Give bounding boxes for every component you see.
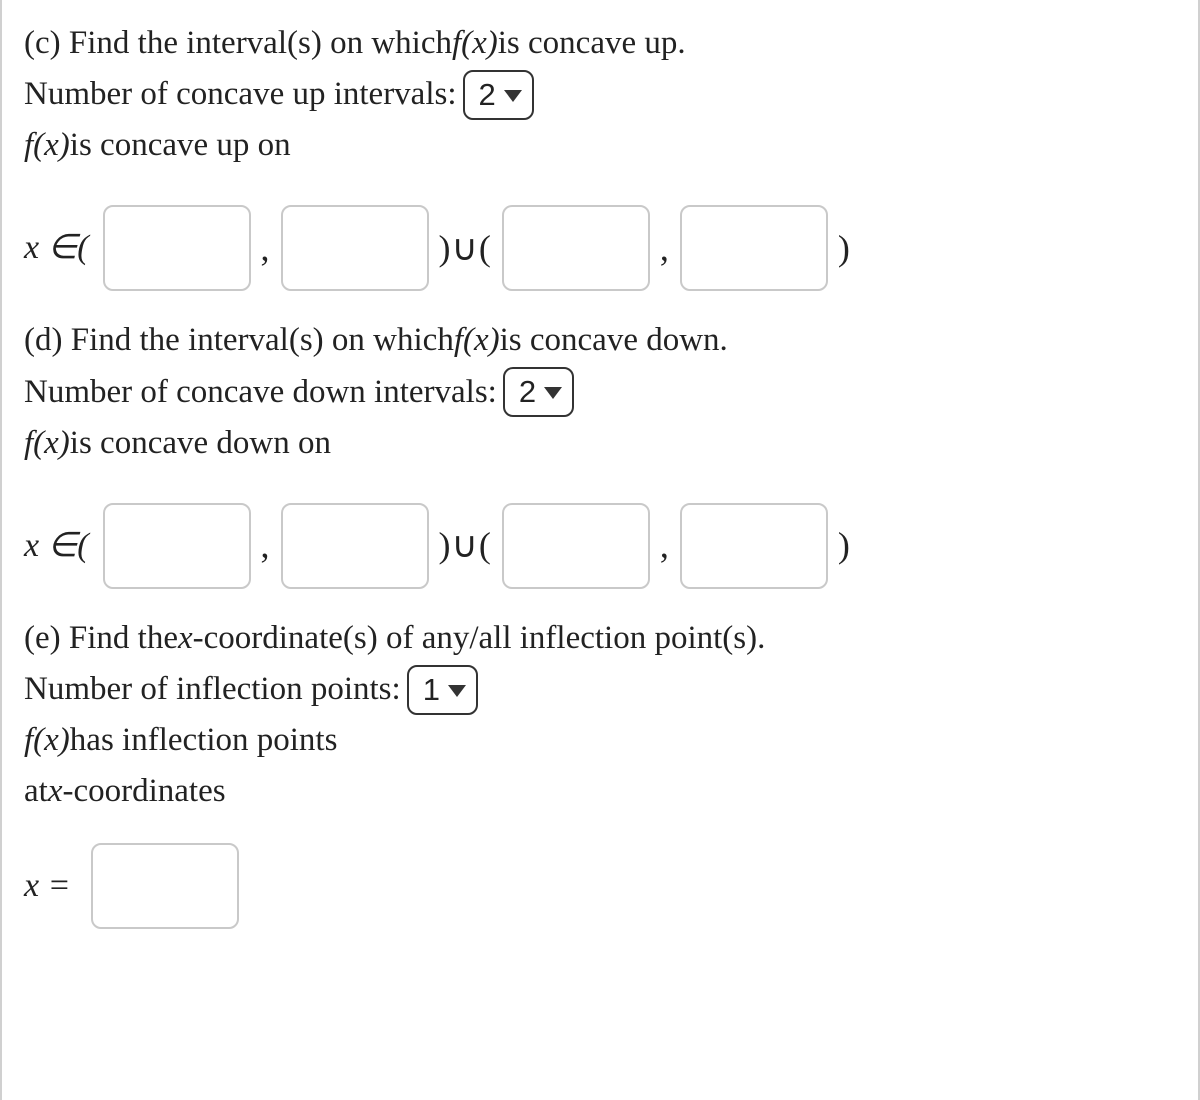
c-interval2-upper-input[interactable] — [680, 205, 828, 291]
part-d-interval-row: x ∈( , )∪( , ) — [24, 503, 1182, 589]
fx-symbol: f(x) — [24, 418, 70, 469]
part-d-prompt-post: is concave down. — [500, 315, 728, 366]
part-e-prompt-pre: (e) Find the — [24, 613, 178, 664]
x-element-of: x ∈( — [24, 527, 89, 564]
part-e-result2-pre: at — [24, 766, 48, 817]
comma-sep: , — [251, 518, 281, 574]
part-c-count-line: Number of concave up intervals: 2 — [24, 69, 1182, 120]
union-sep: )∪( — [429, 518, 502, 574]
concave-up-count-value: 2 — [479, 71, 496, 119]
c-interval1-upper-input[interactable] — [281, 205, 429, 291]
c-interval2-lower-input[interactable] — [502, 205, 650, 291]
part-c-result-text: is concave up on — [70, 120, 291, 171]
comma-sep: , — [251, 221, 281, 277]
part-d-prompt: (d) Find the interval(s) on which f(x) i… — [24, 315, 1182, 366]
x-element-of: x ∈( — [24, 229, 89, 266]
fx-symbol: f(x) — [24, 120, 70, 171]
fx-symbol: f(x) — [454, 315, 500, 366]
inflection-count-dropdown[interactable]: 1 — [407, 665, 478, 715]
d-interval1-lower-input[interactable] — [103, 503, 251, 589]
close-paren: ) — [828, 221, 861, 277]
x-equals: x = — [24, 867, 71, 904]
d-interval1-upper-input[interactable] — [281, 503, 429, 589]
d-interval2-upper-input[interactable] — [680, 503, 828, 589]
concave-down-count-dropdown[interactable]: 2 — [503, 367, 574, 417]
comma-sep: , — [650, 518, 680, 574]
inflection-x-input[interactable] — [91, 843, 239, 929]
part-c-result-line: f(x) is concave up on — [24, 120, 1182, 171]
part-e-result2-post: -coordinates — [62, 766, 225, 817]
chevron-down-icon — [504, 90, 522, 102]
comma-sep: , — [650, 221, 680, 277]
concave-down-count-label: Number of concave down intervals: — [24, 367, 497, 418]
fx-symbol: f(x) — [24, 715, 70, 766]
concave-up-count-dropdown[interactable]: 2 — [463, 70, 534, 120]
part-e-prompt-mid: -coordinate(s) of any/all inflection poi… — [193, 613, 766, 664]
part-d-result-line: f(x) is concave down on — [24, 418, 1182, 469]
part-c-prompt: (c) Find the interval(s) on which f(x) i… — [24, 18, 1182, 69]
concave-up-count-label: Number of concave up intervals: — [24, 69, 457, 120]
worksheet-page: (c) Find the interval(s) on which f(x) i… — [0, 0, 1200, 1100]
part-c-prompt-post: is concave up. — [498, 18, 686, 69]
part-d-count-line: Number of concave down intervals: 2 — [24, 367, 1182, 418]
part-d-result-text: is concave down on — [70, 418, 331, 469]
inflection-count-value: 1 — [423, 666, 440, 714]
part-e-input-row: x = — [24, 843, 1182, 929]
part-e-count-line: Number of inflection points: 1 — [24, 664, 1182, 715]
concave-down-count-value: 2 — [519, 368, 536, 416]
inflection-count-label: Number of inflection points: — [24, 664, 401, 715]
fx-symbol: f(x) — [452, 18, 498, 69]
d-interval2-lower-input[interactable] — [502, 503, 650, 589]
part-e-result-line1: f(x) has inflection points — [24, 715, 1182, 766]
close-paren: ) — [828, 518, 861, 574]
chevron-down-icon — [544, 387, 562, 399]
c-interval1-lower-input[interactable] — [103, 205, 251, 291]
part-e-result-line2: at x-coordinates — [24, 766, 1182, 817]
part-c-interval-row: x ∈( , )∪( , ) — [24, 205, 1182, 291]
x-var: x — [178, 613, 193, 664]
part-e-result1-text: has inflection points — [70, 715, 338, 766]
part-c-prompt-pre: (c) Find the interval(s) on which — [24, 18, 452, 69]
chevron-down-icon — [448, 685, 466, 697]
union-sep: )∪( — [429, 221, 502, 277]
x-var: x — [48, 766, 63, 817]
part-e-prompt: (e) Find the x-coordinate(s) of any/all … — [24, 613, 1182, 664]
part-d-prompt-pre: (d) Find the interval(s) on which — [24, 315, 454, 366]
